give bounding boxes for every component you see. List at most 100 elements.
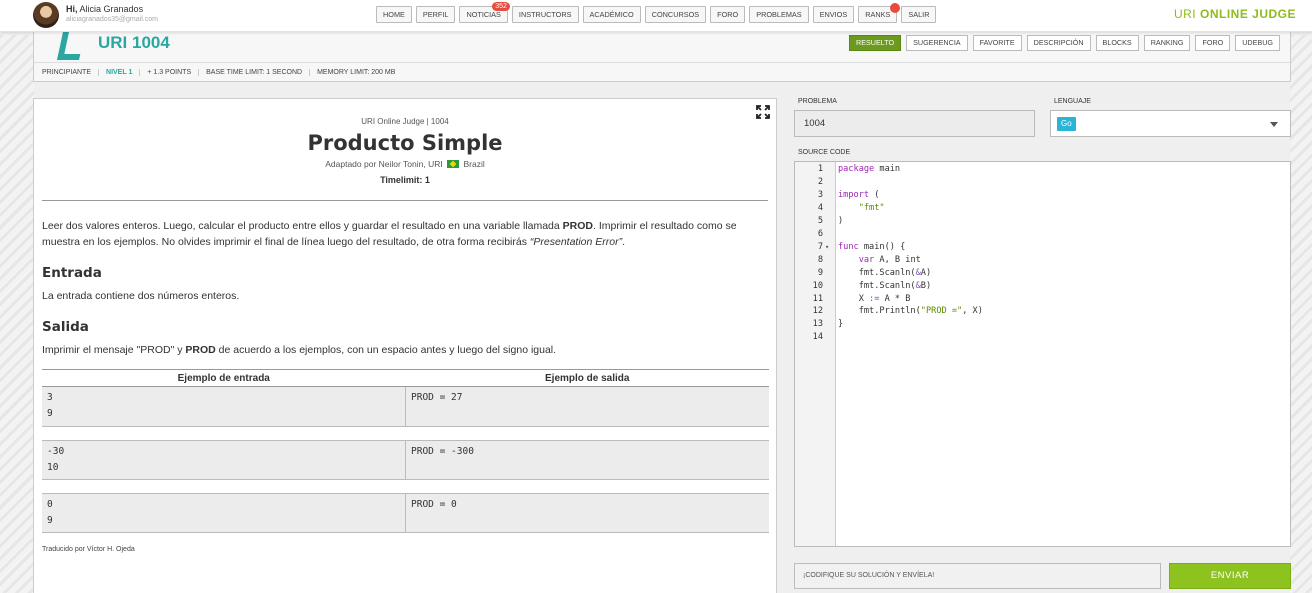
user-email: aliciagranados35@gmail.com	[66, 16, 158, 23]
send-button[interactable]: ENVIAR	[1169, 563, 1291, 589]
adapted-country: Brazil	[463, 159, 485, 169]
brand-online-judge: ONLINE JUDGE	[1199, 7, 1296, 21]
code-line[interactable]: 10 fmt.Scanln(&B)	[795, 280, 1290, 293]
code-line[interactable]: 7 ▾ func main() {	[795, 241, 1290, 254]
problem-meta: PRINCIPIANTE NIVEL 1 + 1.3 POINTS BASE T…	[34, 62, 1290, 81]
brazil-flag-icon	[447, 160, 460, 168]
code-text: package main	[838, 164, 901, 174]
desc-bold: PROD	[562, 220, 593, 232]
nav-foro-label: FORO	[717, 10, 739, 19]
code-text: fmt.Println("PROD =", X)	[838, 306, 983, 317]
statement-adapted: Adaptado por Neilor Tonin, URI Brazil	[34, 159, 776, 169]
expand-icon[interactable]	[756, 105, 770, 119]
tab-favorite[interactable]: FAVORITE	[972, 35, 1022, 51]
nav-perfil[interactable]: PERFIL	[415, 6, 456, 23]
code-line[interactable]: 11 X := A * B	[795, 293, 1290, 306]
example-output: PROD = -300	[405, 441, 769, 479]
submit-message: ¡CODIFIQUE SU SOLUCIÓN Y ENVÍELA!	[794, 563, 1161, 589]
nav-ranks[interactable]: RANKS	[858, 3, 901, 23]
code-line[interactable]: 1 package main	[795, 163, 1290, 176]
code-line[interactable]: 3 import (	[795, 189, 1290, 202]
nav-noticias-label: NOTICIAS	[466, 10, 501, 19]
language-select[interactable]: Go	[1050, 110, 1291, 137]
tab-sugerencia[interactable]: SUGERENCIA	[906, 35, 968, 51]
example-input: -30 10	[47, 446, 65, 473]
nav-instructors[interactable]: INSTRUCTORS	[511, 6, 579, 23]
nav-ranks-label: RANKS	[865, 10, 891, 19]
background-sketch-right	[1290, 35, 1312, 593]
desc-part-3: .	[622, 236, 626, 248]
nav-noticias[interactable]: NOTICIAS 352	[459, 2, 510, 23]
brand-uri: URI	[1173, 7, 1197, 21]
nav-home-label: HOME	[383, 10, 405, 19]
code-line[interactable]: 14	[795, 331, 1290, 344]
input-text: La entrada contiene dos números enteros.	[42, 290, 240, 302]
nav-instructors-label: INSTRUCTORS	[518, 10, 572, 19]
nav-salir[interactable]: SALIR	[901, 6, 937, 23]
statement-body: Leer dos valores enteros. Luego, calcula…	[34, 218, 776, 358]
code-line[interactable]: 6	[795, 228, 1290, 241]
example-output: PROD = 27	[405, 387, 769, 426]
user-name[interactable]: Alicia Granados	[80, 4, 144, 14]
line-number: 6	[817, 228, 823, 239]
code-text: fmt.Scanln(&B)	[838, 280, 932, 291]
code-text: )	[838, 215, 844, 226]
problem-tabs: RESUELTO SUGERENCIA FAVORITE DESCRIPCIÓN…	[849, 35, 1280, 51]
desc-italic: “Presentation Error”	[529, 236, 623, 248]
problem-statement-panel: URI Online Judge | 1004 Producto Simple …	[33, 98, 777, 593]
tab-resuelto[interactable]: RESUELTO	[849, 35, 902, 51]
code-line[interactable]: 8 var A, B int	[795, 254, 1290, 267]
code-line[interactable]: 13}	[795, 318, 1290, 331]
nav-problemas-label: PROBLEMAS	[756, 10, 802, 19]
line-number: 7	[817, 241, 823, 252]
statement-header: URI Online Judge | 1004 Producto Simple …	[34, 99, 776, 185]
brand-logo[interactable]: URI ONLINE JUDGE	[1174, 7, 1296, 21]
example-input: 0 9	[47, 499, 53, 526]
output-heading: Salida	[42, 319, 89, 335]
code-editor[interactable]: 1 package main 2 3 import (4 "fmt" 5) 6 7 ▾ func …	[794, 161, 1291, 547]
nav-problemas[interactable]: PROBLEMAS	[749, 6, 809, 23]
statement-description: Leer dos valores enteros. Luego, calcula…	[42, 218, 768, 250]
notification-badge: 352	[492, 2, 510, 11]
examples-header: Ejemplo de entrada Ejemplo de salida	[42, 369, 769, 387]
nav-envios[interactable]: ENVIOS	[812, 6, 855, 23]
tab-udebug[interactable]: UDEBUG	[1235, 35, 1280, 51]
fold-chevron-icon[interactable]: ▾	[825, 241, 829, 254]
nav-perfil-label: PERFIL	[422, 10, 449, 19]
input-heading: Entrada	[42, 265, 102, 281]
example-row: 3 9 PROD = 27	[42, 387, 769, 427]
statement-title: Producto Simple	[307, 131, 503, 155]
nav-home[interactable]: HOME	[376, 6, 412, 23]
meta-time-limit: BASE TIME LIMIT: 1 SECOND	[198, 68, 309, 76]
examples-table: Ejemplo de entrada Ejemplo de salida 3 9…	[42, 369, 769, 533]
tab-blocks[interactable]: BLOCKS	[1095, 35, 1139, 51]
code-line[interactable]: 2	[795, 176, 1290, 189]
user-avatar[interactable]	[33, 2, 59, 28]
statement-timelimit: Timelimit: 1	[380, 175, 430, 185]
nav-concursos[interactable]: CONCURSOS	[644, 6, 707, 23]
tab-foro[interactable]: FORO	[1195, 35, 1231, 51]
code-line[interactable]: 12 fmt.Println("PROD =", X)	[795, 305, 1290, 318]
line-number: 4	[817, 202, 823, 213]
output-pre: Imprimir el mensaje "PROD" y	[42, 344, 186, 356]
code-line[interactable]: 9 fmt.Scanln(&A)	[795, 267, 1290, 280]
nav-academico[interactable]: ACADÉMICO	[582, 6, 641, 23]
line-number: 14	[812, 332, 823, 343]
output-bold: PROD	[185, 344, 216, 356]
problem-field[interactable]: 1004	[794, 110, 1035, 137]
nav-foro[interactable]: FORO	[710, 6, 746, 23]
line-number: 3	[817, 189, 823, 200]
user-greeting: Hi, Alicia Granados	[66, 4, 143, 14]
problem-label: PROBLEMA	[798, 98, 837, 105]
line-number: 11	[812, 293, 823, 304]
tab-descripcion[interactable]: DESCRIPCIÓN	[1026, 35, 1091, 51]
line-number: 5	[817, 215, 823, 226]
meta-category[interactable]: PRINCIPIANTE	[42, 69, 98, 76]
code-text: fmt.Scanln(&A)	[838, 267, 932, 278]
code-line[interactable]: 5)	[795, 215, 1290, 228]
line-number: 1	[817, 164, 823, 174]
line-number: 12	[812, 306, 823, 317]
main-nav: HOME PERFIL NOTICIAS 352 INSTRUCTORS ACAD…	[376, 2, 937, 23]
code-line[interactable]: 4 "fmt"	[795, 202, 1290, 215]
tab-ranking[interactable]: RANKING	[1143, 35, 1191, 51]
